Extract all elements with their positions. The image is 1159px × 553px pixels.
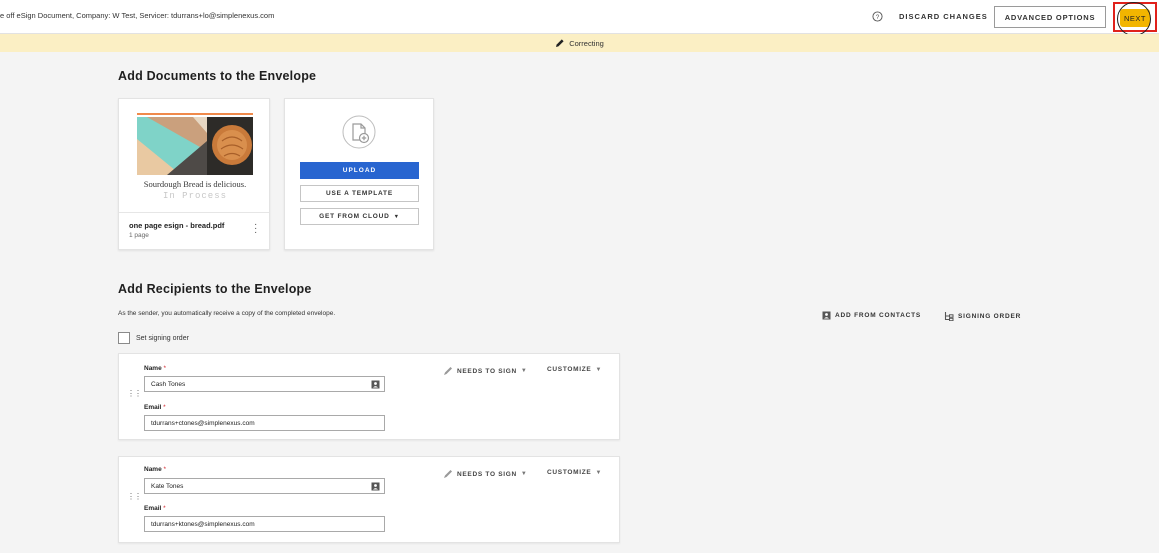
needs-to-sign-label: NEEDS TO SIGN — [457, 470, 517, 478]
get-from-cloud-label: GET FROM CLOUD — [319, 213, 390, 220]
pen-icon — [444, 470, 452, 478]
email-label: Email * — [144, 404, 166, 411]
pencil-icon — [556, 39, 564, 47]
chevron-down-icon: ▼ — [520, 471, 528, 477]
add-from-contacts-button[interactable]: ADD FROM CONTACTS — [822, 311, 921, 320]
status-text: Correcting — [569, 38, 604, 48]
thumbnail-caption: Sourdough Bread is delicious. — [143, 179, 247, 189]
email-label: Email * — [144, 505, 166, 512]
signing-order-button[interactable]: SIGNING ORDER — [944, 311, 1021, 321]
document-card[interactable]: Sourdough Bread is delicious. In Process… — [118, 98, 270, 250]
contact-card-icon — [822, 311, 831, 320]
drag-handle-icon[interactable]: ⋮⋮ — [127, 390, 142, 398]
document-thumbnail[interactable]: Sourdough Bread is delicious. In Process — [137, 111, 253, 201]
needs-to-sign-dropdown[interactable]: NEEDS TO SIGN ▼ — [443, 366, 528, 376]
needs-to-sign-dropdown[interactable]: NEEDS TO SIGN ▼ — [443, 469, 528, 479]
add-document-card: UPLOAD USE A TEMPLATE GET FROM CLOUD ▼ — [284, 98, 434, 250]
help-icon[interactable]: ? — [872, 11, 883, 22]
next-highlight-box: NEXT — [1113, 2, 1157, 36]
chevron-down-icon: ▼ — [393, 213, 400, 220]
name-field[interactable]: Cash Tones — [144, 376, 385, 392]
add-from-contacts-label: ADD FROM CONTACTS — [835, 312, 922, 319]
signing-order-icon — [944, 312, 954, 321]
svg-text:?: ? — [876, 14, 880, 21]
customize-dropdown[interactable]: CUSTOMIZE ▼ — [547, 469, 602, 476]
status-banner: Correcting — [0, 34, 1159, 52]
chevron-down-icon: ▼ — [595, 366, 603, 373]
add-document-icon — [342, 115, 376, 149]
customize-dropdown[interactable]: CUSTOMIZE ▼ — [547, 366, 602, 373]
card-divider — [119, 212, 269, 213]
recipient-card: ⋮⋮ Name * Kate Tones Email * tdurrans+kt… — [118, 456, 620, 543]
contact-card-icon[interactable] — [371, 380, 380, 389]
discard-changes-button[interactable]: DISCARD CHANGES — [899, 12, 988, 21]
advanced-options-button[interactable]: ADVANCED OPTIONS — [994, 6, 1106, 28]
set-signing-order-row[interactable]: Set signing order — [118, 332, 189, 344]
contact-card-icon[interactable] — [371, 482, 380, 491]
pen-icon — [444, 367, 452, 375]
chevron-down-icon: ▼ — [520, 368, 528, 374]
signing-order-label: SIGNING ORDER — [958, 312, 1022, 320]
drag-handle-icon[interactable]: ⋮⋮ — [127, 493, 142, 501]
set-signing-order-checkbox[interactable] — [118, 332, 130, 344]
chevron-down-icon: ▼ — [595, 469, 603, 476]
name-field[interactable]: Kate Tones — [144, 478, 385, 494]
name-label: Name * — [144, 466, 167, 473]
name-label: Name * — [144, 365, 167, 372]
customize-label: CUSTOMIZE — [547, 366, 592, 373]
recipient-card: ⋮⋮ Name * Cash Tones Email * tdurrans+ct… — [118, 353, 620, 440]
get-from-cloud-button[interactable]: GET FROM CLOUD ▼ — [300, 208, 419, 225]
needs-to-sign-label: NEEDS TO SIGN — [457, 367, 517, 375]
use-template-button[interactable]: USE A TEMPLATE — [300, 185, 419, 202]
customize-label: CUSTOMIZE — [547, 469, 592, 476]
thumbnail-artwork — [137, 111, 253, 175]
documents-heading: Add Documents to the Envelope — [118, 69, 317, 83]
document-page-count: 1 page — [129, 232, 149, 239]
email-field[interactable]: tdurrans+ktones@simplenexus.com — [144, 516, 385, 532]
cursor-indicator — [1117, 2, 1151, 36]
kebab-menu-icon[interactable]: · · · — [254, 220, 257, 238]
set-signing-order-label: Set signing order — [136, 334, 189, 342]
document-name: one page esign - bread.pdf — [129, 221, 225, 230]
recipients-heading: Add Recipients to the Envelope — [118, 282, 312, 296]
top-bar: e off eSign Document, Company: W Test, S… — [0, 0, 1159, 36]
email-field[interactable]: tdurrans+ctones@simplenexus.com — [144, 415, 385, 431]
sender-note: As the sender, you automatically receive… — [118, 310, 336, 317]
envelope-title: e off eSign Document, Company: W Test, S… — [0, 11, 275, 20]
upload-button[interactable]: UPLOAD — [300, 162, 419, 179]
thumbnail-watermark: In Process — [162, 191, 227, 201]
